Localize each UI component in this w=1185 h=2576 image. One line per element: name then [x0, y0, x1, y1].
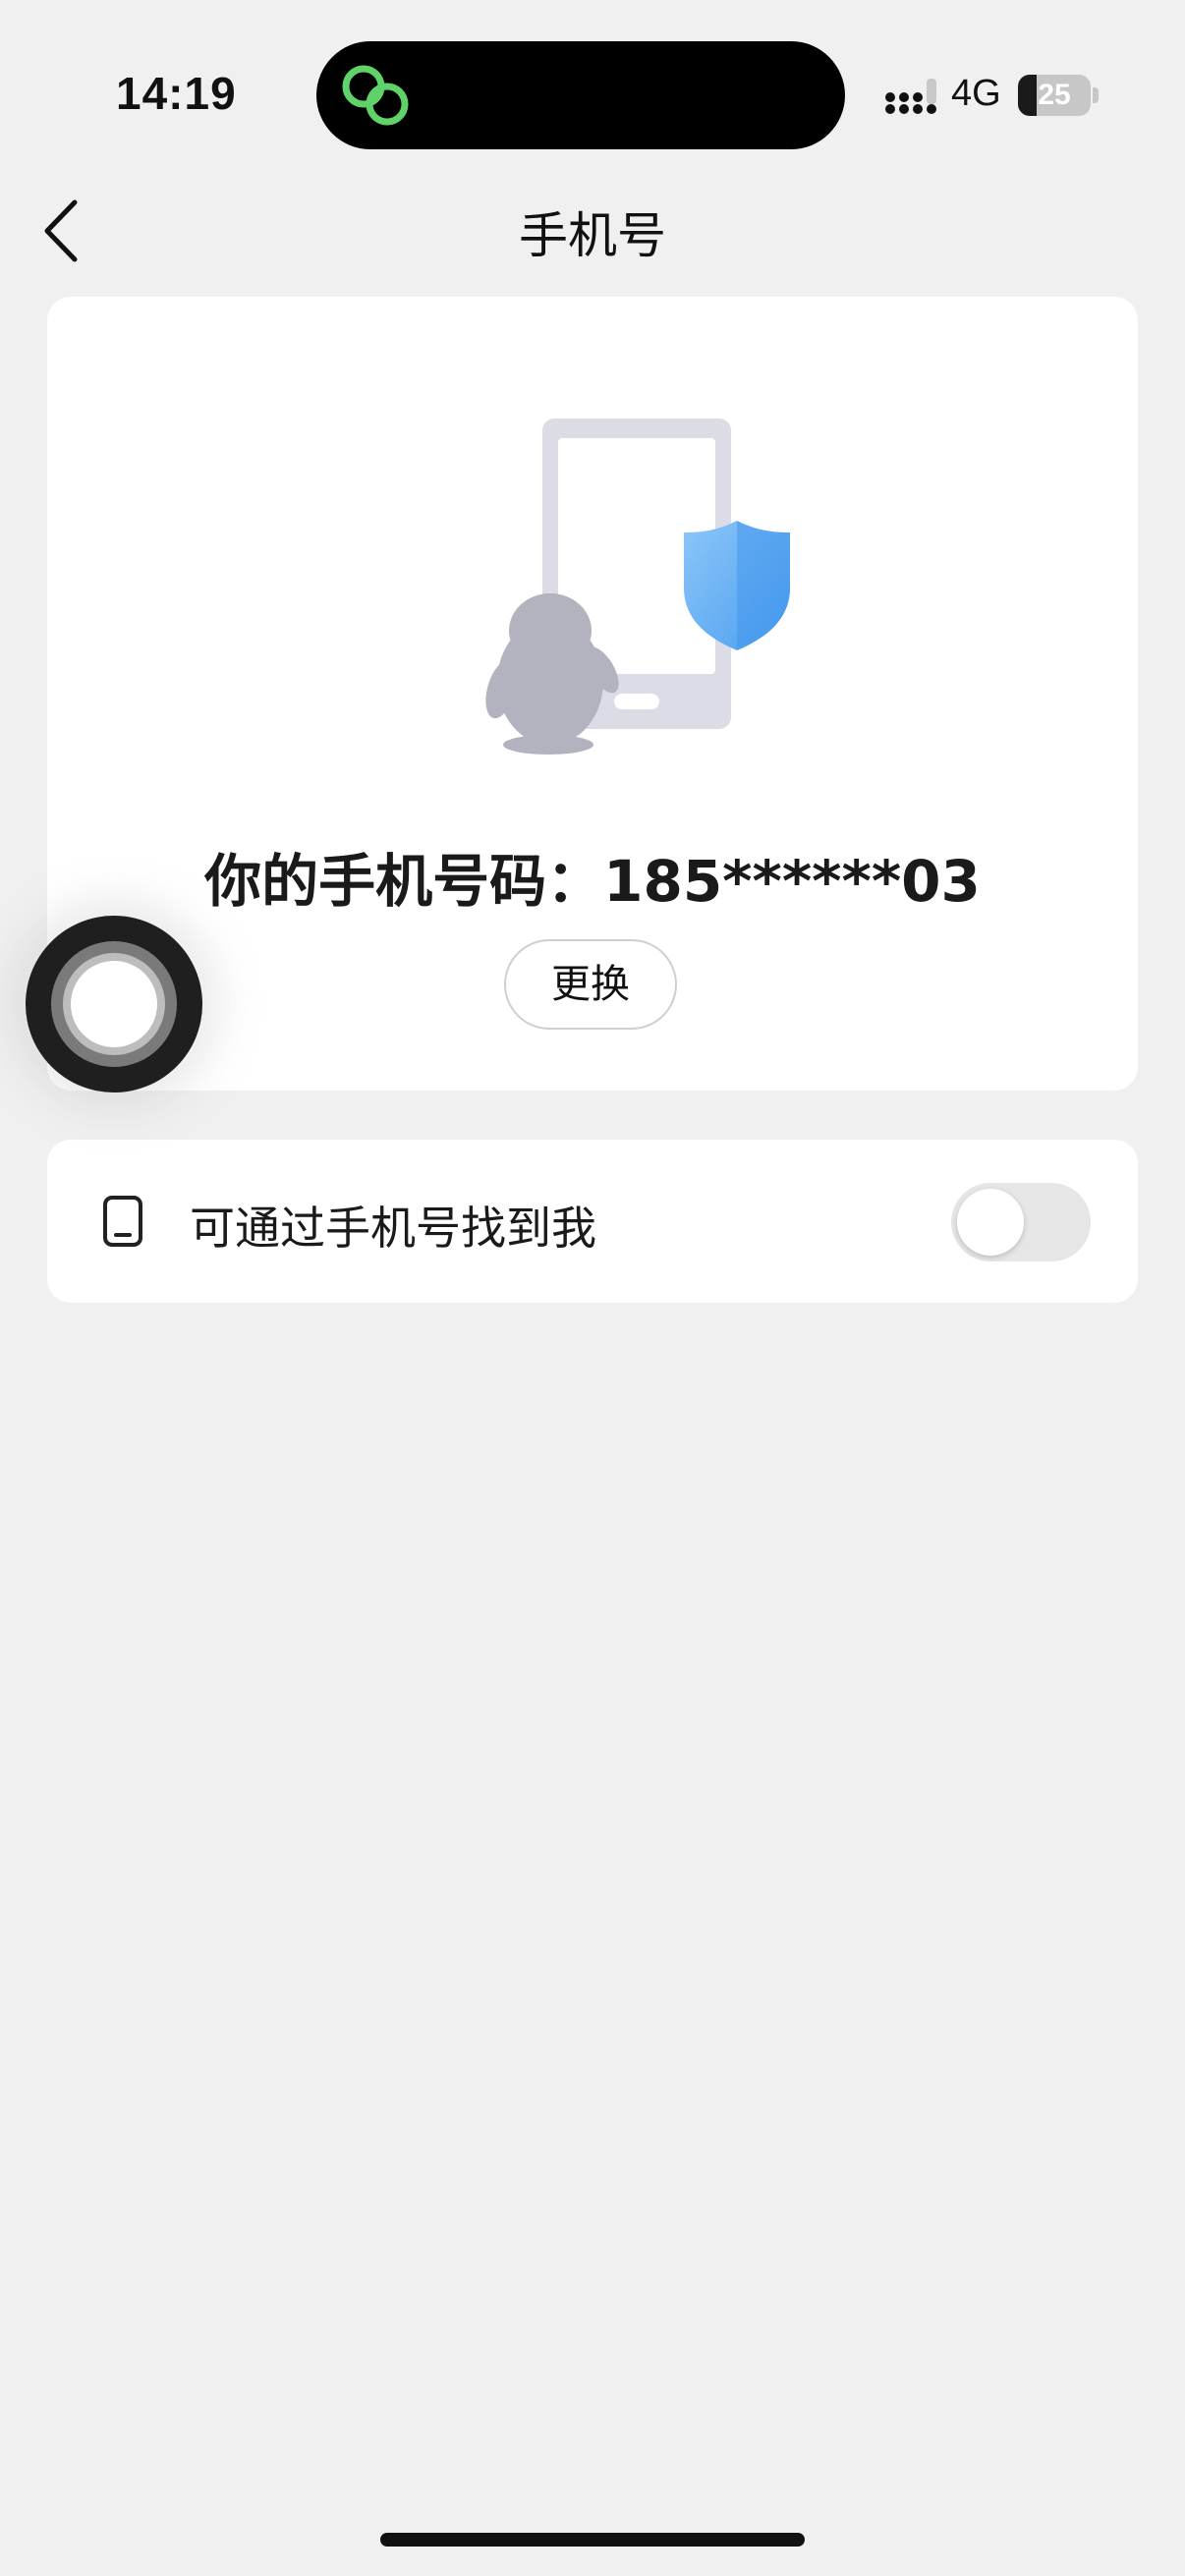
find-by-phone-label: 可通过手机号找到我	[190, 1202, 596, 1255]
assistive-touch-inner-ring	[63, 953, 165, 1055]
link-rings-icon	[342, 65, 409, 126]
phone-number-text: 你的手机号码：185******03	[204, 848, 981, 915]
status-time: 14:19	[116, 68, 237, 119]
phone-shield-penguin-illustration	[485, 419, 790, 755]
find-by-phone-toggle[interactable]	[951, 1183, 1091, 1261]
cellular-signal-icon	[885, 79, 936, 114]
toggle-knob	[957, 1189, 1024, 1256]
assistive-touch-button[interactable]	[26, 916, 202, 1092]
home-indicator[interactable]	[380, 2533, 805, 2547]
dynamic-island[interactable]	[316, 41, 845, 149]
assistive-touch-ring	[51, 941, 177, 1067]
assistive-touch-core	[71, 961, 157, 1047]
battery-tip	[1093, 87, 1099, 103]
change-phone-button[interactable]: 更换	[504, 939, 677, 1030]
page-title: 手机号	[519, 207, 666, 264]
phone-icon	[103, 1196, 142, 1247]
battery-icon: 25	[1018, 75, 1091, 116]
find-by-phone-row: 可通过手机号找到我	[47, 1140, 1138, 1303]
phone-number-card: 你的手机号码：185******03 更换	[47, 297, 1138, 1091]
battery-percentage: 25	[1038, 79, 1071, 111]
network-type-label: 4G	[951, 73, 1001, 114]
status-bar: 14:19 4G 25	[0, 0, 1185, 187]
